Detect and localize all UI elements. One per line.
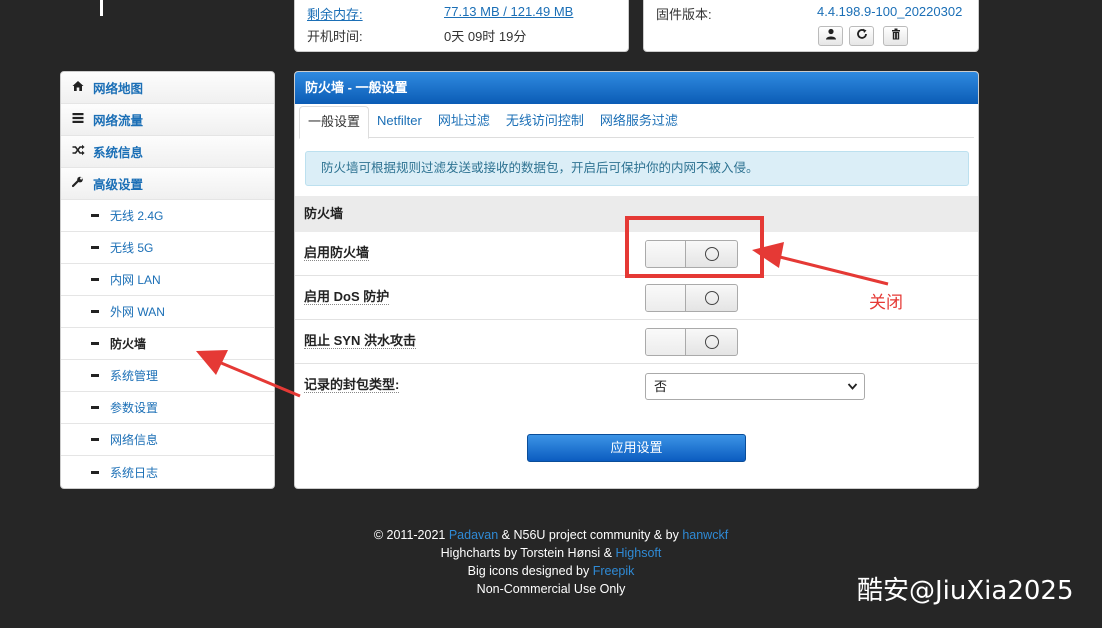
- annotation-arrow-toggle: [752, 242, 889, 286]
- footer-text: Non-Commercial Use Only: [476, 582, 626, 596]
- watermark: 酷安@JiuXia2025: [857, 576, 1074, 606]
- annotation-label: 关闭: [869, 293, 903, 312]
- padavan-link[interactable]: Padavan: [449, 528, 498, 542]
- annotation-arrow-sidebar: [196, 350, 301, 398]
- footer-text: Big icons designed by: [467, 564, 593, 578]
- footer-line-copyright: © 2011-2021 Padavan & N56U project commu…: [0, 528, 1102, 542]
- hanwckf-link[interactable]: hanwckf: [682, 528, 728, 542]
- highsoft-link[interactable]: Highsoft: [615, 546, 661, 560]
- footer-text: & N56U project community & by: [498, 528, 683, 542]
- footer-text: © 2011-2021: [373, 528, 449, 542]
- footer-line-highcharts: Highcharts by Torstein Hønsi & Highsoft: [0, 546, 1102, 560]
- footer-text: Highcharts by Torstein Hønsi &: [440, 546, 616, 560]
- freepik-link[interactable]: Freepik: [593, 564, 635, 578]
